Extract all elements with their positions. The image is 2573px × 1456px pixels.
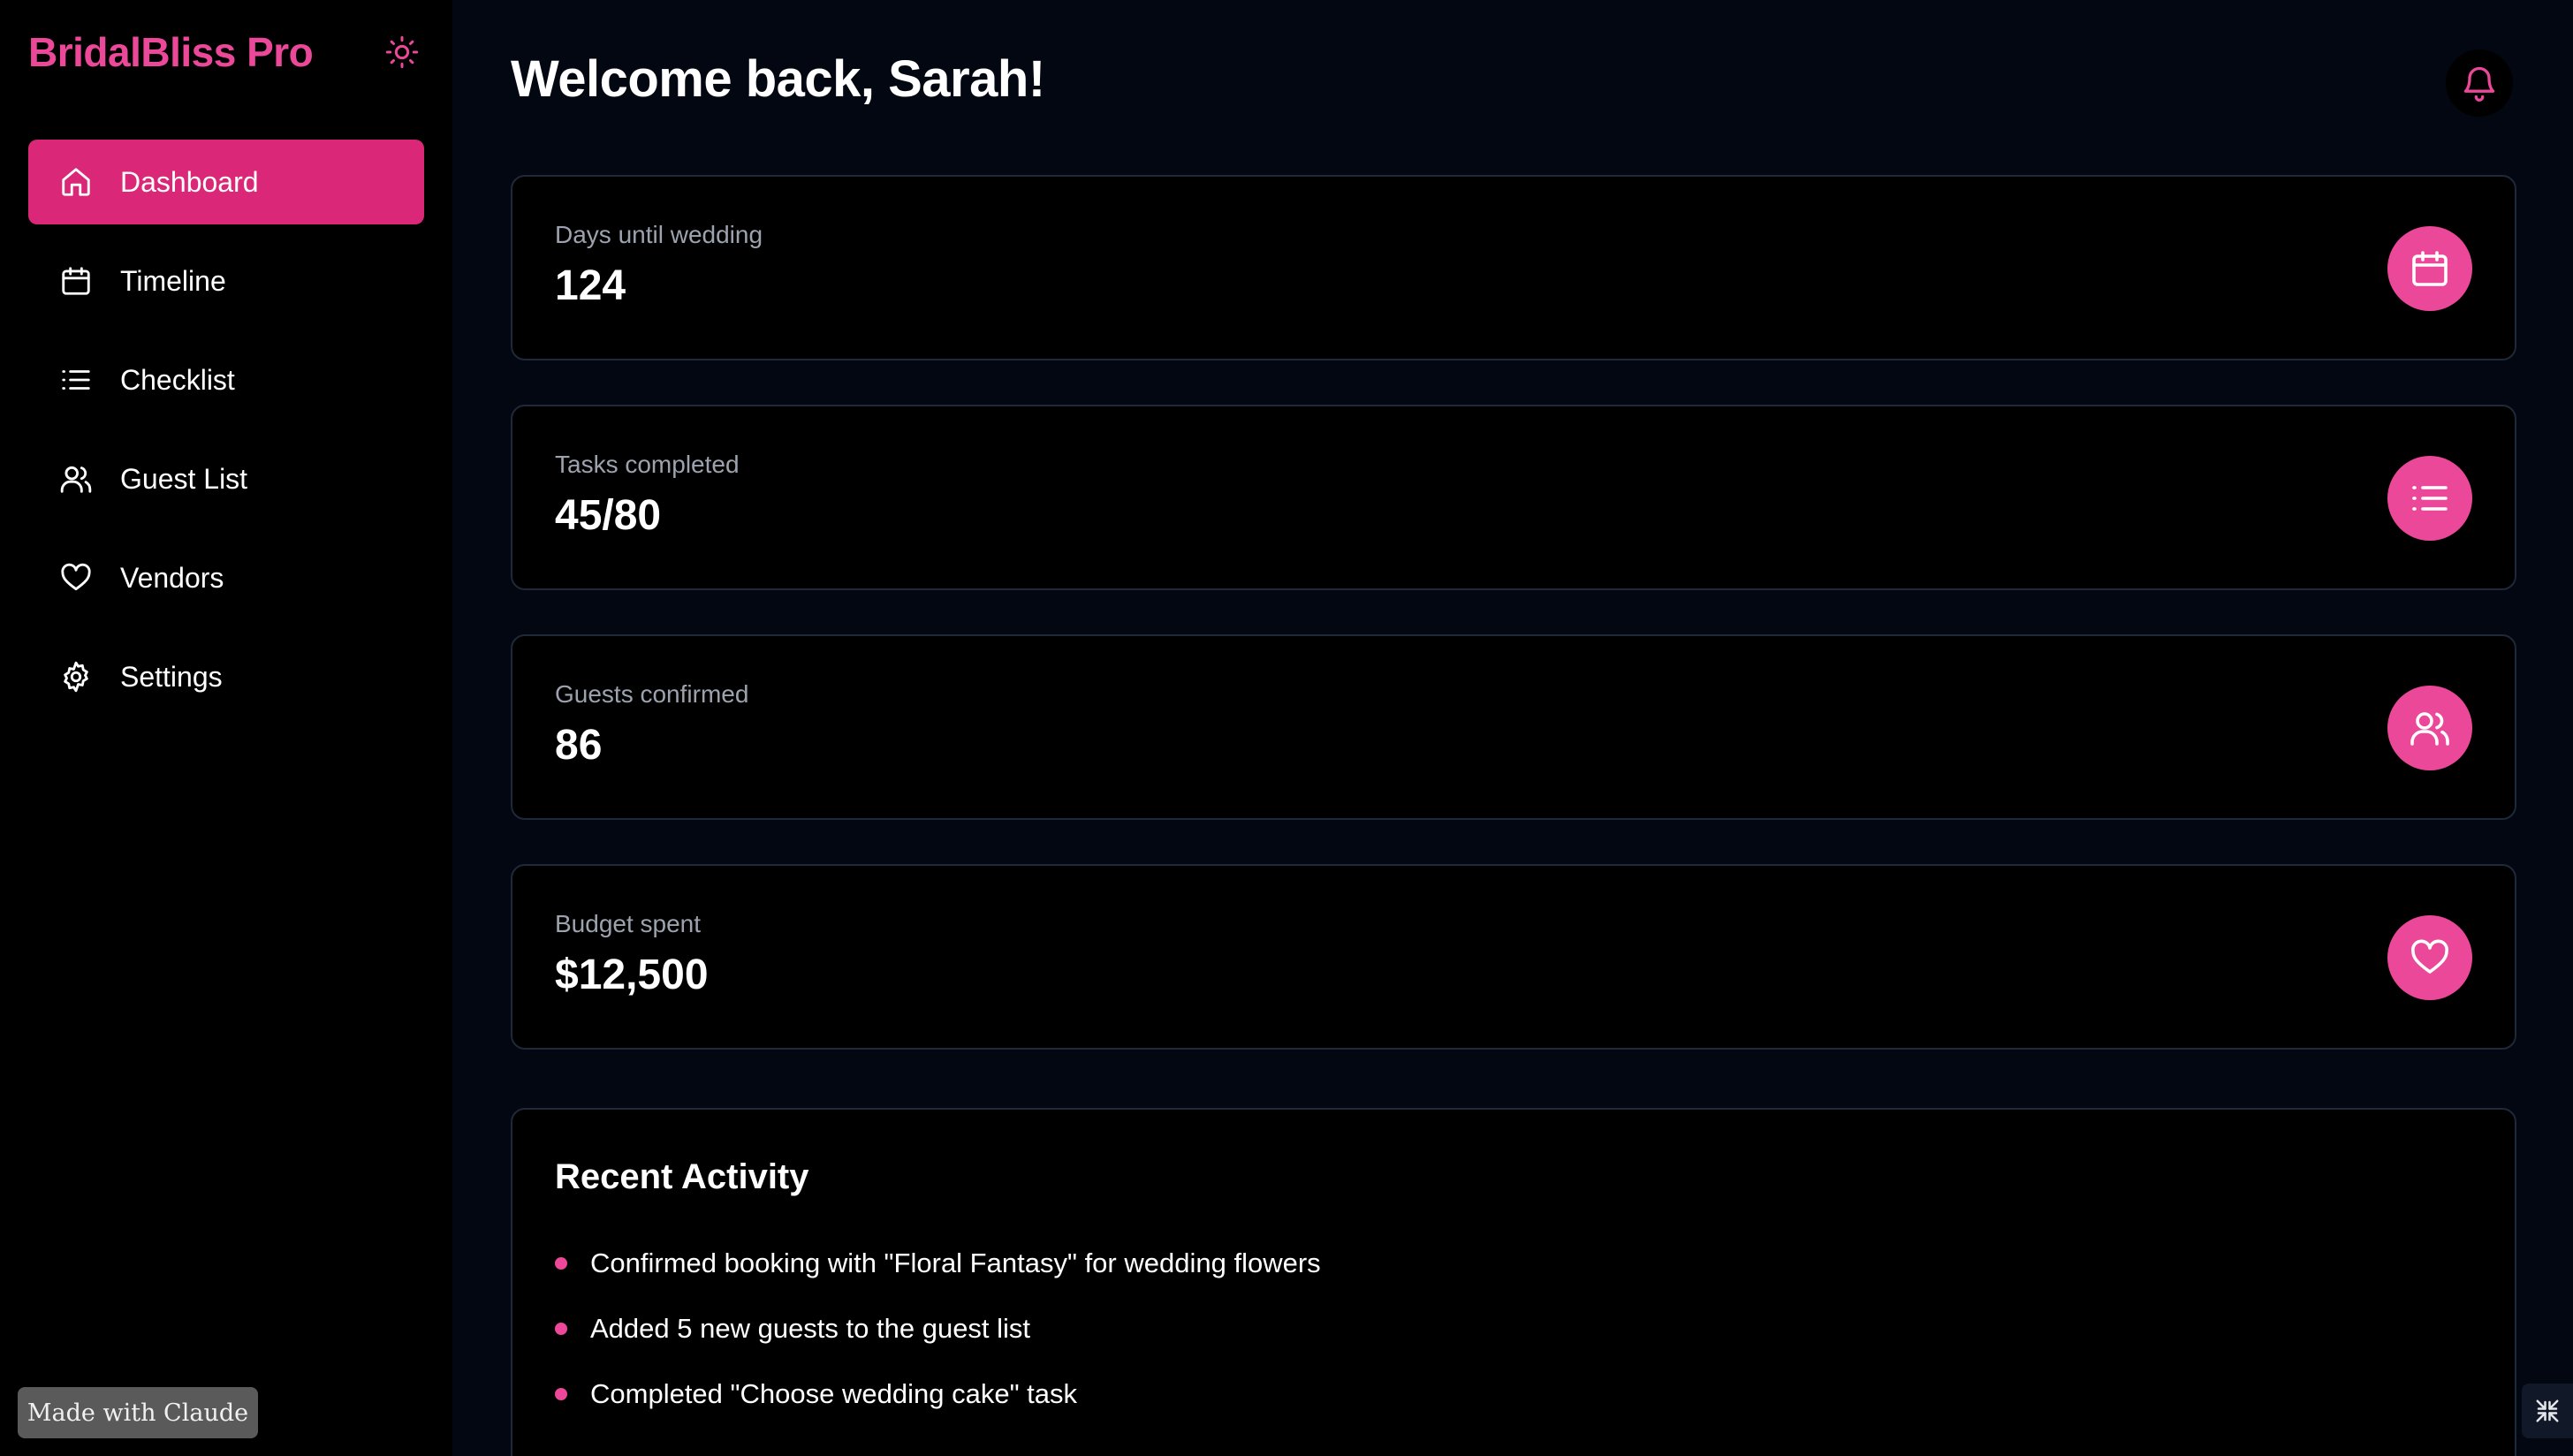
stat-label: Tasks completed xyxy=(555,451,740,478)
recent-activity-panel: Recent Activity Confirmed booking with "… xyxy=(511,1108,2516,1456)
sidebar-item-label: Dashboard xyxy=(120,165,259,198)
sun-icon xyxy=(385,35,419,69)
sidebar-item-label: Settings xyxy=(120,660,223,693)
app-logo-text[interactable]: BridalBliss Pro xyxy=(28,28,314,76)
stat-label: Budget spent xyxy=(555,910,702,937)
list-icon xyxy=(58,362,94,398)
minimize-button[interactable] xyxy=(2522,1384,2573,1438)
activity-text: Completed "Choose wedding cake" task xyxy=(590,1378,1078,1409)
sidebar-item-vendors[interactable]: Vendors xyxy=(28,535,424,620)
list-icon xyxy=(2387,456,2472,541)
sidebar-item-guest-list[interactable]: Guest List xyxy=(28,436,424,521)
stat-card-days-until-wedding: Days until wedding 124 xyxy=(511,175,2516,360)
calendar-icon xyxy=(2387,226,2472,311)
stat-card-guests-confirmed: Guests confirmed 86 xyxy=(511,634,2516,820)
app-root: BridalBliss Pro Dashboard Timeline Check… xyxy=(0,0,2573,1456)
sidebar-item-label: Checklist xyxy=(120,363,235,396)
calendar-icon xyxy=(58,263,94,299)
notifications-button[interactable] xyxy=(2446,49,2513,117)
heart-icon xyxy=(58,560,94,595)
stat-value: 45/80 xyxy=(555,492,662,539)
stat-value: $12,500 xyxy=(555,952,709,998)
list-item: Completed "Choose wedding cake" task xyxy=(555,1359,1321,1429)
activity-text: Added 5 new guests to the guest list xyxy=(590,1313,1031,1344)
activity-list: Confirmed booking with "Floral Fantasy" … xyxy=(555,1233,1321,1429)
users-icon xyxy=(58,461,94,497)
home-icon xyxy=(58,164,94,200)
list-item: Added 5 new guests to the guest list xyxy=(555,1293,1321,1364)
users-icon xyxy=(2387,686,2472,770)
sidebar-nav: Dashboard Timeline Checklist Guest List … xyxy=(28,140,424,733)
sidebar-item-timeline[interactable]: Timeline xyxy=(28,239,424,323)
sidebar-item-settings[interactable]: Settings xyxy=(28,634,424,719)
bullet-dot xyxy=(555,1323,567,1335)
main-content: Welcome back, Sarah! Days until wedding … xyxy=(452,0,2573,1456)
sidebar: BridalBliss Pro Dashboard Timeline Check… xyxy=(0,0,452,1456)
bullet-dot xyxy=(555,1257,567,1270)
heart-icon xyxy=(2387,915,2472,1000)
sidebar-item-label: Timeline xyxy=(120,264,226,297)
stat-value: 86 xyxy=(555,722,603,769)
stat-value: 124 xyxy=(555,262,626,309)
minimize-icon xyxy=(2536,1399,2559,1422)
bell-icon xyxy=(2463,66,2495,102)
theme-toggle-button[interactable] xyxy=(380,30,424,74)
stat-label: Days until wedding xyxy=(555,221,763,248)
sidebar-item-label: Vendors xyxy=(120,561,224,594)
stat-card-tasks-completed: Tasks completed 45/80 xyxy=(511,405,2516,590)
activity-text: Confirmed booking with "Floral Fantasy" … xyxy=(590,1247,1321,1278)
made-with-claude-badge[interactable]: Made with Claude xyxy=(18,1387,258,1438)
bullet-dot xyxy=(555,1388,567,1400)
list-item: Confirmed booking with "Floral Fantasy" … xyxy=(555,1228,1321,1299)
page-title: Welcome back, Sarah! xyxy=(511,50,1045,108)
stat-card-budget-spent: Budget spent $12,500 xyxy=(511,864,2516,1050)
sidebar-item-dashboard[interactable]: Dashboard xyxy=(28,140,424,224)
sidebar-item-label: Guest List xyxy=(120,462,248,495)
recent-activity-title: Recent Activity xyxy=(555,1157,809,1196)
stat-label: Guests confirmed xyxy=(555,680,749,708)
brand-row: BridalBliss Pro xyxy=(28,23,424,81)
gear-icon xyxy=(58,659,94,694)
sidebar-item-checklist[interactable]: Checklist xyxy=(28,337,424,422)
